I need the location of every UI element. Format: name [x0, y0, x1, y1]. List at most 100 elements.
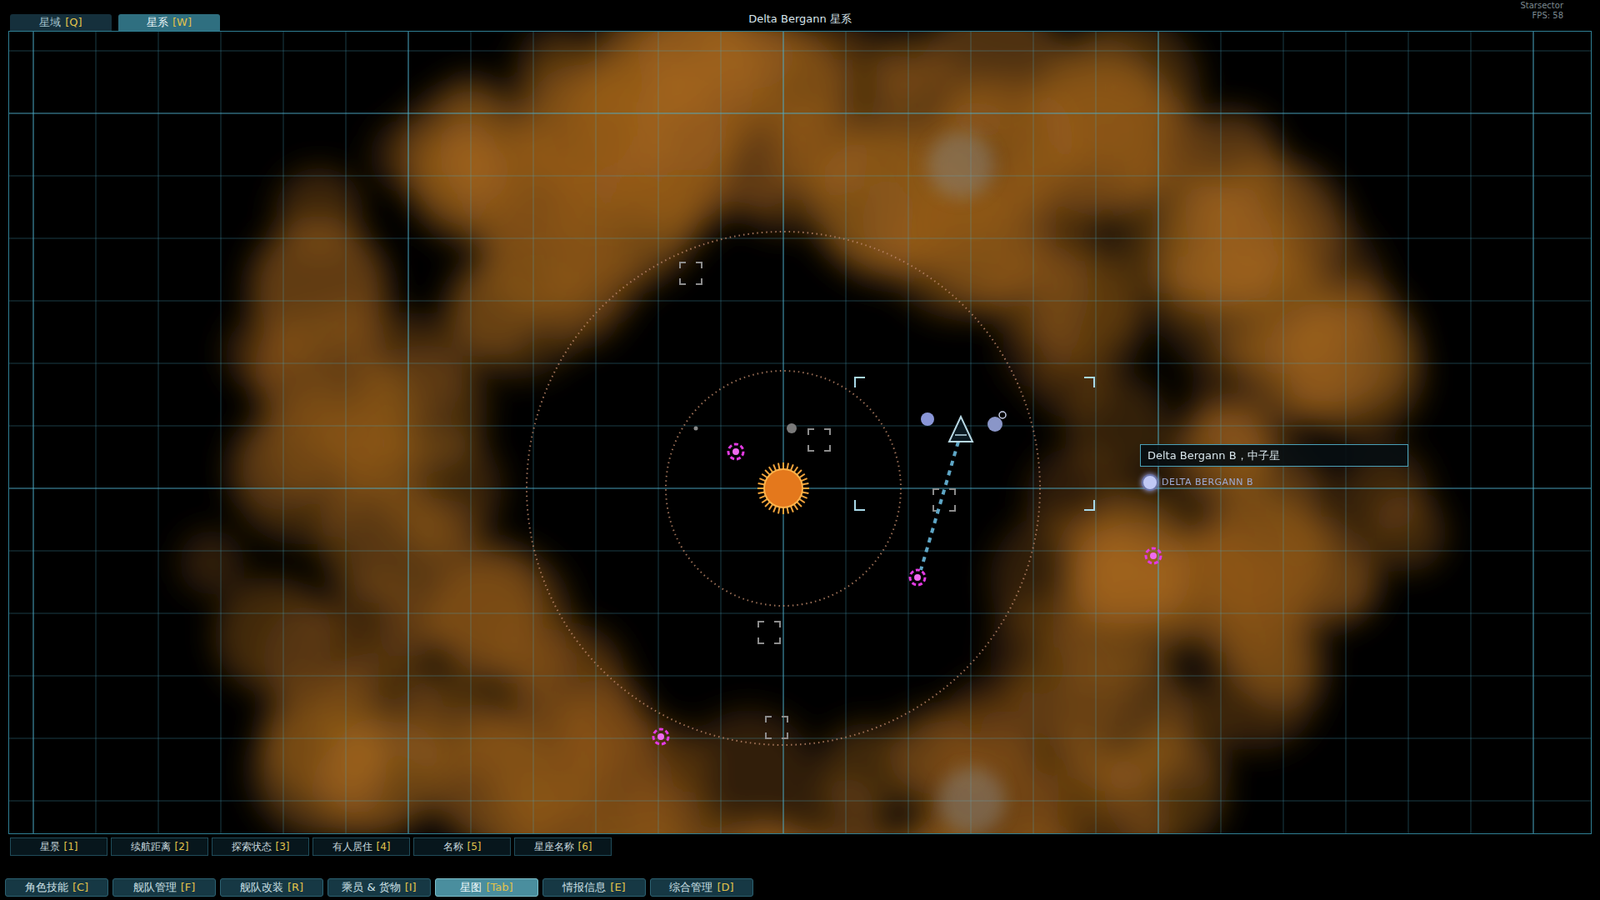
grid-line: [1095, 31, 1097, 834]
grid-line: [9, 613, 1591, 615]
hotkey-label: [6]: [578, 840, 593, 853]
button-label: 星域: [39, 15, 61, 29]
jump-core: [732, 448, 740, 455]
nav-button[interactable]: 乘员 & 货物 [I]: [327, 878, 431, 897]
nebula-cloud: [1183, 529, 1275, 620]
main-nav: 角色技能[C]舰队管理[F]舰队改装[R]乘员 & 货物[I]星图[Tab]情报…: [0, 878, 1600, 897]
star-label[interactable]: DELTA BERGANN B: [1141, 474, 1254, 491]
nav-button[interactable]: 情报信息 [E]: [542, 878, 646, 897]
filter-button[interactable]: 有人居住[4]: [312, 837, 410, 856]
hotkey-label: [3]: [275, 840, 290, 853]
hotkey-label: [Q]: [65, 15, 82, 29]
grid-line: [283, 31, 285, 834]
filter-button[interactable]: 续航距离 [2]: [110, 837, 209, 856]
filter-button[interactable]: 星景[1]: [10, 837, 108, 856]
jump-core: [914, 574, 921, 581]
neutron-star-icon: [1141, 474, 1159, 491]
hotkey-label: [E]: [610, 880, 625, 894]
system-title: Delta Bergann 星系: [748, 12, 852, 26]
nav-button[interactable]: 综合管理[D]: [650, 878, 754, 897]
view-tab[interactable]: 星域 [Q]: [10, 14, 112, 31]
jump-ring: [653, 729, 669, 745]
jump-ring: [910, 570, 925, 585]
button-label: 乘员 & 货物: [341, 880, 400, 894]
station-icon: [999, 411, 1006, 419]
grid-line: [9, 112, 1591, 115]
hotkey-label: [2]: [175, 840, 190, 853]
nebula-cloud: [1189, 400, 1273, 484]
grid-line: [658, 31, 660, 834]
filter-button[interactable]: 名称[5]: [413, 837, 511, 856]
nav-button[interactable]: 舰队改装[R]: [220, 878, 324, 897]
grid-line: [782, 31, 785, 834]
jump-core: [1150, 552, 1157, 560]
button-label: 角色技能: [25, 880, 69, 894]
fleet-detail: [955, 434, 967, 436]
asteroid-belt: [526, 231, 1040, 745]
grid-line: [407, 31, 410, 834]
jump-core: [657, 733, 665, 740]
moon-icon: [694, 426, 699, 431]
button-label: 综合管理: [669, 880, 713, 894]
nebula-cloud: [701, 820, 799, 834]
button-label: 星图: [460, 880, 482, 894]
star-core: [764, 469, 803, 508]
button-label: 名称: [443, 840, 464, 853]
distant-glow: [927, 131, 995, 199]
hotkey-label: [F]: [180, 880, 196, 894]
grid-line: [1345, 31, 1347, 834]
map-filters: 星景[1]续航距离[2]探索状态[3]有人居住[4]名称[5]星座名称[6]: [0, 837, 1600, 856]
hotkey-label: [C]: [72, 880, 89, 894]
grid-line: [1033, 31, 1035, 834]
unexplored-marker-icon: [765, 716, 788, 739]
nav-button[interactable]: 舰队管理[F]: [112, 878, 216, 897]
jump-ring: [728, 444, 744, 460]
jump-ring: [1145, 548, 1161, 564]
filter-button[interactable]: 星座名称[6]: [514, 837, 612, 856]
grid-line: [720, 31, 722, 834]
nebula-cloud: [447, 141, 509, 203]
grid-line: [9, 800, 1591, 802]
hotkey-label: [D]: [716, 880, 734, 894]
hotkey-label: [I]: [405, 880, 417, 894]
nebula-cloud: [225, 318, 296, 389]
nav-button[interactable]: 角色技能[C]: [5, 878, 109, 897]
nebula-cloud: [735, 31, 840, 137]
grid-line: [220, 31, 222, 834]
nebula-cloud: [1204, 248, 1330, 375]
view-tab[interactable]: 星系[W]: [118, 14, 220, 31]
nebula-cloud: [1131, 151, 1190, 210]
grid-line: [9, 738, 1591, 740]
button-label: 星景: [40, 840, 60, 853]
nebula-cloud: [1310, 553, 1380, 622]
grid-line: [9, 675, 1591, 677]
grid-line: [9, 425, 1591, 427]
jump-point-icon: [653, 729, 669, 745]
grid-line: [845, 31, 847, 834]
map-canvas[interactable]: [9, 31, 1591, 834]
nebula-cloud: [1086, 520, 1192, 625]
grid-line: [9, 175, 1591, 177]
grid-line: [1532, 31, 1535, 834]
button-label: 星座名称: [534, 840, 575, 853]
button-label: 续航距离: [130, 840, 171, 853]
system-tooltip: Delta Bergann B，中子星: [1140, 444, 1409, 467]
filter-button[interactable]: 探索状态[3]: [211, 837, 310, 856]
grid-line: [9, 300, 1591, 302]
asteroid-belt: [665, 370, 901, 606]
grid-line: [1220, 31, 1222, 834]
grid-line: [345, 31, 347, 834]
view-tabs: 星域 [Q] 星系[W]: [10, 14, 220, 31]
grid-line: [1408, 31, 1410, 834]
star-icon: [757, 462, 810, 515]
distant-glow: [938, 767, 1005, 834]
nebula-cloud: [436, 723, 569, 834]
button-label: 情报信息: [562, 880, 606, 894]
selection-brackets: [855, 377, 1095, 510]
star-map[interactable]: Delta Bergann B，中子星 DELTA BERGANN B: [8, 30, 1592, 835]
hotkey-label: [5]: [467, 840, 482, 853]
button-label: 舰队改装: [240, 880, 284, 894]
nav-button[interactable]: 星图[Tab]: [435, 878, 539, 897]
version-text: Starsector: [1520, 0, 1564, 11]
unexplored-marker-icon: [758, 621, 780, 644]
